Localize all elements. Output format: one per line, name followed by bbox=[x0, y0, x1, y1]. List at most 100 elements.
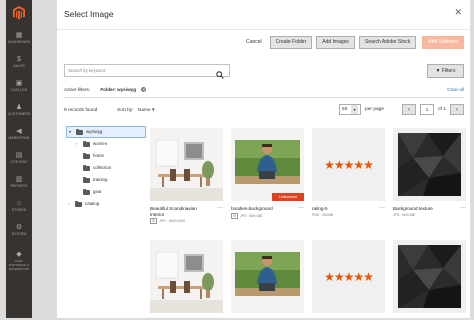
sidebar-item-catalog[interactable]: ▣ CATALOG bbox=[6, 74, 32, 98]
filters-label: Filters bbox=[441, 68, 456, 74]
close-icon[interactable]: ✕ bbox=[454, 7, 462, 18]
tree-node-home[interactable]: home bbox=[66, 150, 146, 162]
reports-icon: ▥ bbox=[15, 176, 23, 183]
image-thumbnail[interactable] bbox=[231, 240, 304, 313]
folder-tree: ▾ wysiwyg › women home collection training gear… bbox=[66, 126, 146, 210]
chevron-down-icon[interactable]: ▾ bbox=[351, 105, 359, 114]
image-thumbnail[interactable] bbox=[150, 240, 223, 313]
image-card[interactable] bbox=[393, 240, 466, 313]
image-card[interactable] bbox=[231, 240, 304, 313]
sidebar-item-label: DASHBOARD bbox=[7, 40, 31, 44]
sidebar-item-label: MARKETING bbox=[8, 136, 30, 140]
image-thumbnail[interactable]: ★★★★★ bbox=[312, 128, 385, 201]
image-card[interactable]: Unlicensed hoodies-background St JPG · 600×… bbox=[231, 128, 304, 219]
image-thumbnail[interactable] bbox=[393, 128, 466, 201]
image-thumbnail[interactable] bbox=[393, 240, 466, 313]
image-meta: PNG · 200×56 bbox=[312, 213, 385, 217]
more-actions-icon[interactable]: ··· bbox=[460, 205, 466, 211]
search-icon[interactable] bbox=[216, 66, 224, 84]
sort-by-control[interactable]: Sort by: Name ▾ bbox=[117, 108, 154, 113]
prev-page-button[interactable]: ‹ bbox=[401, 104, 416, 115]
image-name: Beautiful Scandinavian Interior bbox=[150, 206, 197, 217]
create-folder-button[interactable]: Create Folder bbox=[269, 36, 313, 49]
sidebar-item-label: FIND PARTNERS & EXTENSIONS bbox=[8, 259, 30, 271]
image-meta-text: JPG · 600×450 bbox=[393, 212, 416, 217]
sidebar-item-customers[interactable]: ♟ CUSTOMERS bbox=[6, 98, 32, 122]
star-rating-icon: ★★★★★ bbox=[324, 158, 374, 172]
content-icon: ▤ bbox=[15, 152, 23, 159]
page-frame: ▦ DASHBOARD $ SALES ▣ CATALOG ♟ CUSTOMERS ◀ MARKE… bbox=[0, 0, 474, 320]
modal-toolbar: Cancel Create Folder Add Images Search A… bbox=[242, 36, 464, 49]
tree-node-label: gear bbox=[93, 189, 102, 194]
tree-node-label: collection bbox=[93, 165, 112, 170]
tree-node-wysiwyg[interactable]: ▾ wysiwyg bbox=[66, 126, 146, 138]
folder-icon bbox=[83, 177, 90, 183]
tree-node-collection[interactable]: collection bbox=[66, 162, 146, 174]
folder-icon bbox=[83, 141, 90, 147]
sales-icon: $ bbox=[17, 56, 21, 63]
more-actions-icon[interactable]: ··· bbox=[217, 205, 223, 211]
image-thumbnail[interactable]: Unlicensed bbox=[231, 128, 304, 201]
image-name: hoodies-background bbox=[231, 206, 273, 211]
sidebar-item-label: CONTENT bbox=[10, 160, 28, 164]
sidebar-item-dashboard[interactable]: ▦ DASHBOARD bbox=[6, 26, 32, 50]
search-adobe-stock-button[interactable]: Search Adobe Stock bbox=[358, 36, 417, 49]
image-card[interactable]: Background texture JPG · 600×450 ··· bbox=[393, 128, 466, 217]
image-card[interactable]: ★★★★★ bbox=[312, 240, 385, 313]
filters-divider bbox=[64, 97, 464, 98]
sidebar-item-system[interactable]: ⚙ SYSTEM bbox=[6, 218, 32, 242]
remove-filter-icon[interactable]: ✕ bbox=[141, 87, 147, 93]
image-card[interactable]: ★★★★★ rating-5 PNG · 200×56 ··· bbox=[312, 128, 385, 217]
add-images-button[interactable]: Add Images bbox=[316, 36, 355, 49]
page-number-input[interactable]: 1 bbox=[419, 104, 434, 115]
folder-icon bbox=[83, 165, 90, 171]
tree-node-training[interactable]: training bbox=[66, 174, 146, 186]
per-page-label: per page bbox=[365, 107, 384, 112]
image-thumbnail[interactable]: ★★★★★ bbox=[312, 240, 385, 313]
cancel-button[interactable]: Cancel bbox=[242, 37, 266, 48]
sidebar-item-content[interactable]: ▤ CONTENT bbox=[6, 146, 32, 170]
system-icon: ⚙ bbox=[15, 224, 23, 231]
image-name: Background texture bbox=[393, 206, 433, 211]
magento-logo[interactable] bbox=[6, 0, 32, 26]
sidebar-item-label: CUSTOMERS bbox=[7, 112, 31, 116]
sidebar-item-reports[interactable]: ▥ REPORTS bbox=[6, 170, 32, 194]
search-input[interactable]: Search by keyword bbox=[64, 64, 230, 79]
per-page-select[interactable]: 50 ▾ bbox=[339, 104, 362, 115]
filters-button[interactable]: ▼ Filters bbox=[427, 64, 464, 78]
chevron-right-icon[interactable]: › bbox=[76, 138, 77, 150]
more-actions-icon[interactable]: ··· bbox=[379, 205, 385, 211]
tree-node-gear[interactable]: gear bbox=[66, 186, 146, 198]
sidebar-item-sales[interactable]: $ SALES bbox=[6, 50, 32, 74]
header-divider bbox=[57, 29, 470, 30]
chevron-right-icon[interactable]: › bbox=[68, 198, 69, 210]
image-meta: JPG · 600×450 bbox=[393, 213, 466, 217]
image-thumbnail[interactable] bbox=[150, 128, 223, 201]
chevron-down-icon[interactable]: ▾ bbox=[69, 127, 71, 137]
stock-tag: St bbox=[150, 218, 158, 224]
image-card[interactable] bbox=[150, 240, 223, 313]
active-filters-label: Active filters: bbox=[64, 87, 91, 92]
stores-icon: ⌂ bbox=[16, 200, 22, 207]
image-meta-text: PNG · 200×56 bbox=[312, 212, 334, 217]
image-card[interactable]: Beautiful Scandinavian Interior St JPG · 1… bbox=[150, 128, 223, 224]
chevron-down-icon[interactable]: ▾ bbox=[152, 108, 154, 113]
tree-node-women[interactable]: › women bbox=[66, 138, 146, 150]
dashboard-icon: ▦ bbox=[15, 32, 23, 39]
next-page-button[interactable]: › bbox=[450, 104, 464, 115]
tree-node-label: catalog bbox=[85, 201, 100, 206]
modal-title: Select Image bbox=[64, 9, 114, 19]
sidebar-item-find[interactable]: ◆ FIND PARTNERS & EXTENSIONS bbox=[6, 242, 32, 280]
clear-all-link[interactable]: Clear all bbox=[447, 87, 464, 92]
sidebar-item-stores[interactable]: ⌂ STORES bbox=[6, 194, 32, 218]
sort-by-value[interactable]: Name bbox=[138, 108, 151, 113]
sidebar-item-marketing[interactable]: ◀ MARKETING bbox=[6, 122, 32, 146]
add-selected-button[interactable]: Add Selected bbox=[422, 36, 464, 49]
tree-node-catalog[interactable]: › catalog bbox=[66, 198, 146, 210]
folder-icon bbox=[83, 153, 90, 159]
more-actions-icon[interactable]: ··· bbox=[298, 205, 304, 211]
filter-icon: ▼ bbox=[435, 68, 441, 74]
records-count: 9 records found bbox=[64, 108, 98, 113]
sidebar-item-label: REPORTS bbox=[10, 184, 28, 188]
search-placeholder: Search by keyword bbox=[68, 68, 106, 73]
